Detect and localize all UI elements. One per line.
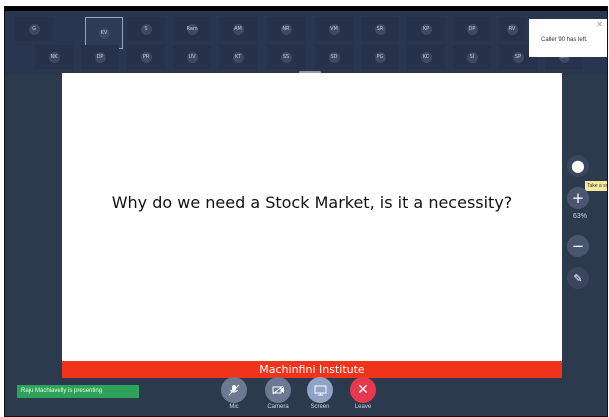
leave-label: Leave <box>354 404 372 410</box>
participant-avatar: PR <box>140 51 152 63</box>
caller-left-notification: Caller 90 has left. ✕ <box>529 19 607 57</box>
mic-control[interactable]: Mic <box>220 377 248 410</box>
participant-avatar: DP <box>94 51 106 63</box>
meeting-window: G KV S Ram AM NR VM SR KP DP RV NK DP PR… <box>4 6 608 417</box>
camera-icon: ⬤ <box>571 159 585 173</box>
participant-tile[interactable]: KC <box>407 45 445 69</box>
participant-tile[interactable]: PR <box>127 45 165 69</box>
screen-share-icon[interactable] <box>307 377 333 403</box>
participant-tile[interactable]: SR <box>361 17 399 41</box>
participant-avatar: RV <box>506 23 518 35</box>
participant-avatar: DP <box>466 23 478 35</box>
mic-label: Mic <box>229 404 239 410</box>
participant-avatar: KT <box>232 51 244 63</box>
participant-avatar: AM <box>232 23 244 35</box>
participant-avatar: NR <box>280 23 292 35</box>
annotate-button[interactable]: ✎ <box>567 267 589 289</box>
zoom-out-button[interactable]: − <box>567 235 589 257</box>
participant-avatar: KP <box>420 23 432 35</box>
minus-icon: − <box>571 236 585 255</box>
close-icon[interactable]: ✕ <box>596 20 603 29</box>
participant-avatar: G <box>28 23 40 35</box>
participant-avatar: VM <box>328 23 340 35</box>
participant-avatar: SP <box>512 51 524 63</box>
presenting-status-toast: Raju Machiavelly is presenting <box>17 385 139 398</box>
participant-tile[interactable]: RV <box>499 17 525 41</box>
leave-control[interactable]: ✕ Leave <box>349 377 377 410</box>
participant-tile[interactable]: NR <box>267 17 305 41</box>
participant-avatar: UV <box>186 51 198 63</box>
participant-tile[interactable]: Ram <box>173 17 211 41</box>
screen-share-control[interactable]: Screen <box>306 377 334 410</box>
participant-tile[interactable]: DP <box>81 45 119 69</box>
screenshot-button[interactable]: ⬤ <box>567 155 589 177</box>
participant-strip: G KV S Ram AM NR VM SR KP DP RV NK DP PR… <box>5 11 607 75</box>
caller-left-text: Caller 90 has left. <box>541 37 588 43</box>
plus-icon: + <box>571 188 585 207</box>
participant-tile[interactable]: SI <box>453 45 491 69</box>
presentation-slide: Why do we need a Stock Market, is it a n… <box>62 73 562 378</box>
participant-tile[interactable]: UV <box>173 45 211 69</box>
participant-tile[interactable]: SS <box>267 45 305 69</box>
participant-avatar: KC <box>420 51 432 63</box>
camera-off-icon[interactable] <box>265 377 291 403</box>
zoom-in-button[interactable]: + <box>567 187 589 209</box>
close-icon[interactable]: ✕ <box>350 377 376 403</box>
participant-avatar: SI <box>466 51 478 63</box>
participant-tile[interactable]: DP <box>453 17 491 41</box>
participant-tile[interactable]: NK <box>35 45 73 69</box>
participant-avatar: PG <box>374 51 386 63</box>
slide-title: Why do we need a Stock Market, is it a n… <box>111 193 513 212</box>
participant-tile[interactable]: KP <box>407 17 445 41</box>
participant-avatar: KV <box>98 27 110 39</box>
screenshot-tooltip: Take a sn <box>585 181 607 191</box>
participant-tile[interactable]: AM <box>219 17 257 41</box>
participant-avatar: SD <box>328 51 340 63</box>
zoom-level: 63% <box>572 213 587 220</box>
participant-avatar: SR <box>374 23 386 35</box>
participant-tile[interactable]: G <box>15 17 53 41</box>
participant-avatar: Ram <box>186 23 198 35</box>
slide-footer: Machinfini Institute <box>62 361 562 378</box>
screen-label: Screen <box>310 404 330 410</box>
participant-tile[interactable]: S <box>127 17 165 41</box>
participant-avatar: NK <box>48 51 60 63</box>
participant-avatar: SS <box>280 51 292 63</box>
participant-avatar: S <box>140 23 152 35</box>
camera-label: Camera <box>267 404 289 410</box>
mic-off-icon[interactable] <box>221 377 247 403</box>
participant-tile[interactable]: SD <box>315 45 353 69</box>
participant-tile[interactable]: VM <box>315 17 353 41</box>
edit-icon: ✎ <box>573 271 583 285</box>
camera-control[interactable]: Camera <box>264 377 292 410</box>
participant-tile[interactable]: KT <box>219 45 257 69</box>
participant-tile[interactable]: PG <box>361 45 399 69</box>
